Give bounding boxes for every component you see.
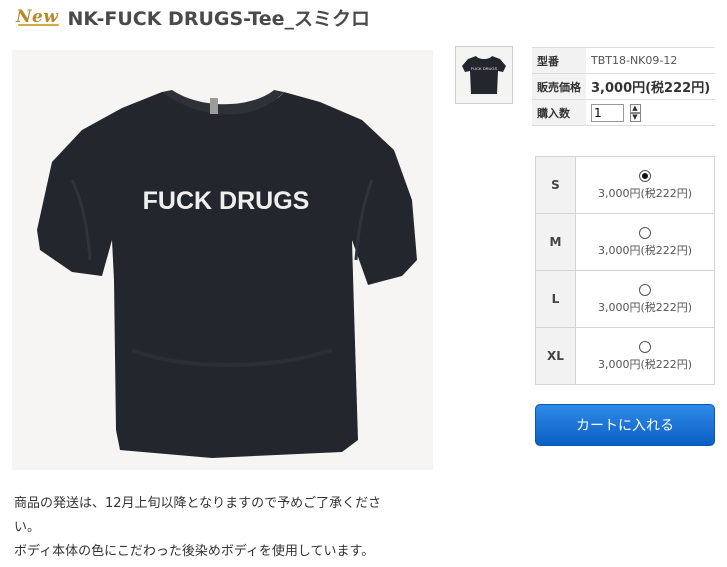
size-option-s[interactable]: 3,000円(税222円) <box>575 156 715 214</box>
product-description: 商品の発送は、12月上旬以降となりますので予めご了承くださ い。 ボディ本体の色… <box>14 492 419 564</box>
size-label: S <box>535 156 576 214</box>
product-main-image: FUCK DRUGS <box>12 50 433 470</box>
spec-row-quantity: 購入数 ▲ ▼ <box>532 99 716 126</box>
size-option-xl[interactable]: 3,000円(税222円) <box>575 327 715 385</box>
spec-value-model-number: TBT18-NK09-12 <box>586 47 716 74</box>
page-title: NK-FUCK DRUGS-Tee_スミクロ <box>67 7 370 30</box>
shirt-print-text: FUCK DRUGS <box>143 187 310 215</box>
spec-table: 型番 TBT18-NK09-12 販売価格 3,000円(税222円) 購入数 … <box>532 47 716 126</box>
size-radio-l[interactable] <box>639 283 651 296</box>
size-row-xl: XL 3,000円(税222円) <box>535 327 715 385</box>
spec-row-price: 販売価格 3,000円(税222円) <box>532 73 716 100</box>
size-price: 3,000円(税222円) <box>597 357 693 371</box>
add-to-cart-button[interactable]: カートに入れる <box>535 404 715 446</box>
quantity-stepper[interactable]: ▲ ▼ <box>629 103 641 122</box>
size-row-s: S 3,000円(税222円) <box>535 156 715 214</box>
new-badge: New <box>16 7 59 27</box>
size-option-table: S 3,000円(税222円) M 3,000円(税222円) L 3,000円… <box>535 156 715 385</box>
size-label: M <box>535 213 576 271</box>
size-label: XL <box>535 327 576 385</box>
size-row-l: L 3,000円(税222円) <box>535 270 715 328</box>
spec-row-model: 型番 TBT18-NK09-12 <box>532 47 716 74</box>
size-price: 3,000円(税222円) <box>597 243 693 257</box>
description-line: い。 <box>14 520 41 535</box>
size-radio-s[interactable] <box>639 169 651 182</box>
thumbnail-image[interactable]: FUCK DRUGS <box>455 46 513 104</box>
description-line: 商品の発送は、12月上旬以降となりますので予めご了承くださ <box>14 496 382 511</box>
spec-label: 購入数 <box>532 99 586 126</box>
stepper-up-icon[interactable]: ▲ <box>629 103 641 113</box>
size-option-m[interactable]: 3,000円(税222円) <box>575 213 715 271</box>
title-row: New NK-FUCK DRUGS-Tee_スミクロ <box>16 4 370 30</box>
size-price: 3,000円(税222円) <box>597 300 693 314</box>
spec-value-price: 3,000円(税222円) <box>586 73 716 100</box>
size-radio-m[interactable] <box>639 226 651 239</box>
size-label: L <box>535 270 576 328</box>
size-option-l[interactable]: 3,000円(税222円) <box>575 270 715 328</box>
thumbnail-print-text: FUCK DRUGS <box>471 66 498 71</box>
tshirt-image: FUCK DRUGS <box>12 50 433 470</box>
size-radio-xl[interactable] <box>639 340 651 353</box>
stepper-down-icon[interactable]: ▼ <box>629 112 641 122</box>
size-row-m: M 3,000円(税222円) <box>535 213 715 271</box>
tshirt-thumbnail-icon: FUCK DRUGS <box>462 56 506 94</box>
spec-label: 販売価格 <box>532 73 586 100</box>
quantity-input[interactable] <box>591 103 624 122</box>
description-line: ボディ本体の色にこだわった後染めボディを使用しています。 <box>14 544 375 559</box>
size-price: 3,000円(税222円) <box>597 186 693 200</box>
quantity-cell: ▲ ▼ <box>586 99 716 126</box>
spec-label: 型番 <box>532 47 586 74</box>
